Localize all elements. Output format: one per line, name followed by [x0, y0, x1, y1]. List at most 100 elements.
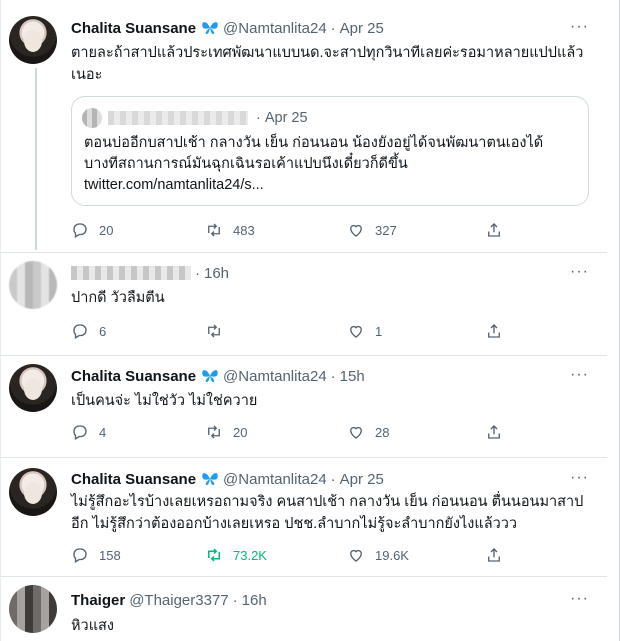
display-name[interactable]: Chalita Suansane [71, 20, 196, 37]
action-bar: 158 73.2K 19.6K [71, 545, 571, 565]
quote-link[interactable]: twitter.com/namtanlita24/s... [84, 175, 580, 196]
tweet-text: เป็นคนจ่ะ ไม่ใช่วัว ไม่ใช่ควาย [71, 393, 258, 409]
more-icon[interactable]: ··· [570, 263, 589, 281]
more-icon[interactable]: ··· [570, 590, 589, 608]
tweet[interactable]: Chalita Suansane @Namtanlita24 · Apr 25 … [1, 0, 607, 250]
retweet-count: 73.2K [233, 547, 267, 563]
like-button[interactable]: 1 [347, 321, 382, 341]
tweet[interactable]: · 16h ··· ปากดี วัวลืมตีน 6 1 [1, 253, 607, 353]
handle[interactable]: @Thaiger3377 [129, 592, 228, 609]
retweet-icon [208, 223, 220, 237]
quote-timestamp: Apr 25 [264, 110, 308, 126]
action-bar: 20 483 327 [71, 220, 571, 240]
share-button[interactable] [485, 422, 513, 442]
retweet-button[interactable]: 20 [205, 422, 247, 442]
share-icon [488, 425, 500, 439]
share-button[interactable] [485, 321, 513, 341]
like-count: 28 [375, 424, 390, 440]
quote-text-line: บางทีสถานการณ์มันฉุกเฉินรอเค้าแปบนึงเดี๋… [84, 156, 408, 172]
action-bar: 6 1 [71, 321, 571, 341]
separator-dot: · [195, 264, 200, 282]
share-button[interactable] [485, 220, 513, 240]
retweet-button[interactable]: 483 [205, 220, 255, 240]
avatar[interactable] [9, 468, 57, 516]
more-icon[interactable]: ··· [570, 366, 589, 384]
tweet-text-line: เนอะ [71, 67, 103, 83]
action-bar: 4 20 28 [71, 422, 571, 442]
tweet-header: Chalita Suansane @Namtanlita24 · 15h [71, 366, 365, 386]
tweet-text-line: ไม่รู้สึกอะไรบ้างเลยเหรอถามจริง คนสาปเช้… [71, 494, 584, 510]
avatar[interactable] [9, 16, 57, 64]
separator-dot: · [330, 470, 336, 488]
quote-text: ตอนบ่ออีกบสาปเช้า กลางวัน เย็น ก่อนนอน น… [84, 133, 580, 196]
more-icon[interactable]: ··· [570, 18, 589, 36]
avatar-blurred[interactable] [9, 261, 57, 309]
like-button[interactable]: 19.6K [347, 545, 409, 565]
quote-header: · Apr 25 [82, 108, 308, 128]
like-count: 1 [375, 323, 383, 339]
like-icon [350, 224, 362, 237]
timeline: Chalita Suansane @Namtanlita24 · Apr 25 … [0, 0, 620, 641]
butterfly-icon [202, 22, 218, 34]
share-icon [488, 324, 500, 338]
tweet[interactable]: Thaiger @Thaiger3377 · 16h ··· หิวแสง [1, 577, 607, 641]
reply-count: 158 [99, 547, 121, 563]
handle[interactable]: @Namtanlita24 [223, 368, 327, 385]
tweet-text: ไม่รู้สึกอะไรบ้างเลยเหรอถามจริง คนสาปเช้… [71, 491, 591, 535]
tweet-text: ปากดี วัวลืมตีน [71, 290, 165, 306]
handle[interactable]: @Namtanlita24 [223, 20, 327, 37]
separator-dot: · [330, 19, 336, 37]
timestamp[interactable]: 16h [204, 265, 229, 282]
retweet-count: 20 [233, 424, 248, 440]
like-button[interactable]: 28 [347, 422, 389, 442]
butterfly-icon [202, 370, 218, 382]
timestamp[interactable]: Apr 25 [340, 20, 384, 37]
reply-icon [73, 223, 87, 238]
reply-button[interactable]: 4 [71, 422, 106, 442]
avatar-blurred[interactable] [9, 585, 57, 633]
reply-count: 4 [99, 424, 107, 440]
more-icon[interactable]: ··· [570, 469, 589, 487]
tweet-text-line: อีก ไม่รู้สึกว่าต้องออกบ้างเลยเหรอ ปชช.ล… [71, 516, 518, 532]
timestamp[interactable]: 16h [242, 592, 267, 609]
handle[interactable]: @Namtanlita24 [223, 471, 327, 488]
reply-icon [73, 548, 87, 563]
display-name[interactable]: Chalita Suansane [71, 368, 196, 385]
separator-dot: · [232, 591, 238, 609]
share-icon [488, 548, 500, 562]
reply-button[interactable]: 20 [71, 220, 113, 240]
thread-line [35, 68, 37, 250]
quote-avatar [82, 108, 102, 128]
like-icon [350, 549, 362, 562]
retweet-icon [208, 425, 220, 439]
tweet-header: Chalita Suansane @Namtanlita24 · Apr 25 [71, 18, 384, 38]
tweet[interactable]: Chalita Suansane @Namtanlita24 · 15h ···… [1, 356, 607, 456]
tweet-header: · 16h [71, 263, 229, 283]
share-button[interactable] [485, 545, 513, 565]
tweet-text: ตายละถ้าสาปแล้วประเทศพัฒนาแบบนด.จะสาปทุก… [71, 42, 591, 86]
retweet-button[interactable] [205, 321, 233, 341]
tweet[interactable]: Chalita Suansane @Namtanlita24 · Apr 25 … [1, 458, 607, 574]
like-count: 19.6K [375, 547, 409, 563]
tweet-text-line: ตายละถ้าสาปแล้วประเทศพัฒนาแบบนด.จะสาปทุก… [71, 45, 584, 61]
share-icon [488, 223, 500, 237]
like-icon [350, 325, 362, 338]
display-name[interactable]: Thaiger [71, 592, 125, 609]
timestamp[interactable]: 15h [340, 368, 365, 385]
reply-icon [73, 324, 87, 339]
display-name[interactable]: Chalita Suansane [71, 471, 196, 488]
quote-text-line: ตอนบ่ออีกบสาปเช้า กลางวัน เย็น ก่อนนอน น… [84, 135, 544, 151]
reply-count: 6 [99, 323, 107, 339]
timestamp[interactable]: Apr 25 [340, 471, 384, 488]
separator-dot: · [330, 367, 336, 385]
reply-button[interactable]: 6 [71, 321, 106, 341]
avatar[interactable] [9, 364, 57, 412]
separator-dot: · [256, 110, 261, 126]
like-button[interactable]: 327 [347, 220, 397, 240]
reply-button[interactable]: 158 [71, 545, 121, 565]
tweet-text: หิวแสง [71, 618, 114, 634]
like-icon [350, 426, 362, 439]
retweet-icon [208, 548, 220, 562]
quote-tweet[interactable]: · Apr 25 ตอนบ่ออีกบสาปเช้า กลางวัน เย็น … [71, 96, 589, 206]
retweet-button[interactable]: 73.2K [205, 545, 267, 565]
